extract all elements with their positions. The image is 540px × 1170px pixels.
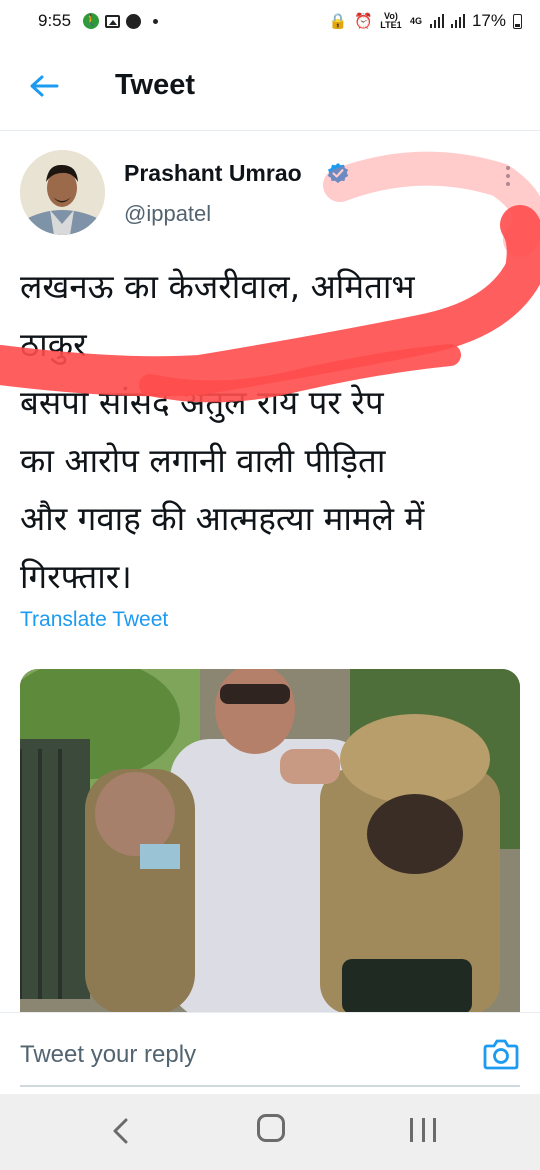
camera-icon[interactable] [483,1037,519,1071]
alarm-icon: ⏰ [354,13,373,30]
tweet-line: बसपा सांसद अतुल राय पर रेप [20,383,384,422]
reply-bar: Tweet your reply [0,1012,540,1094]
tweet-line: ठाकुर [20,325,87,364]
reply-underline [20,1085,520,1087]
lock-icon: 🔒 [328,13,348,30]
verified-badge-icon [327,163,349,183]
walking-icon: 🚶 [83,13,100,29]
dot-icon [506,166,510,170]
avatar[interactable] [20,150,105,235]
tweet-video[interactable] [20,669,520,1014]
tweet-line: का आरोप लगानी वाली पीड़िता [20,441,386,480]
arrow-left-icon [30,75,59,97]
more-options-button[interactable] [494,162,522,190]
author-handle[interactable]: @ippatel [124,201,211,227]
dot-icon [506,182,510,186]
status-bar: 9:55 🚶 🔒 ⏰ Vo) LTE1 4G 17% [0,0,540,42]
more-notifications-icon [153,18,159,24]
signal-icon [429,14,444,28]
tweet-line: और गवाह की आत्महत्या मामले में [20,499,425,538]
tweet-line: लखनऊ का केजरीवाल, अमिताभ [20,267,415,306]
reply-input[interactable]: Tweet your reply [20,1041,196,1069]
messenger-icon [126,13,142,29]
tweet-text: लखनऊ का केजरीवाल, अमिताभ ठाकुर बसपा सांस… [20,258,520,606]
back-button[interactable] [24,70,64,102]
battery-icon [513,13,522,29]
signal-icon-2 [450,14,465,28]
nav-recent-apps-icon[interactable] [410,1118,436,1142]
network-type: 4G [409,15,422,26]
dot-icon [506,174,510,178]
status-time: 9:55 [38,11,72,30]
author-name[interactable]: Prashant Umrao [124,160,302,187]
translate-tweet-link[interactable]: Translate Tweet [20,608,168,632]
network-label: Vo) LTE1 [380,11,402,30]
nav-back-icon[interactable] [108,1116,134,1146]
top-app-bar: Tweet [0,42,540,131]
video-thumbnail [20,669,520,1014]
nav-home-icon[interactable] [257,1114,285,1142]
system-nav-bar [0,1094,540,1170]
battery-percent: 17% [471,11,506,30]
page-title: Tweet [115,69,196,101]
tweet-line: गिरफ्तार। [20,557,132,596]
avatar-photo [20,150,105,235]
image-icon [105,14,121,28]
